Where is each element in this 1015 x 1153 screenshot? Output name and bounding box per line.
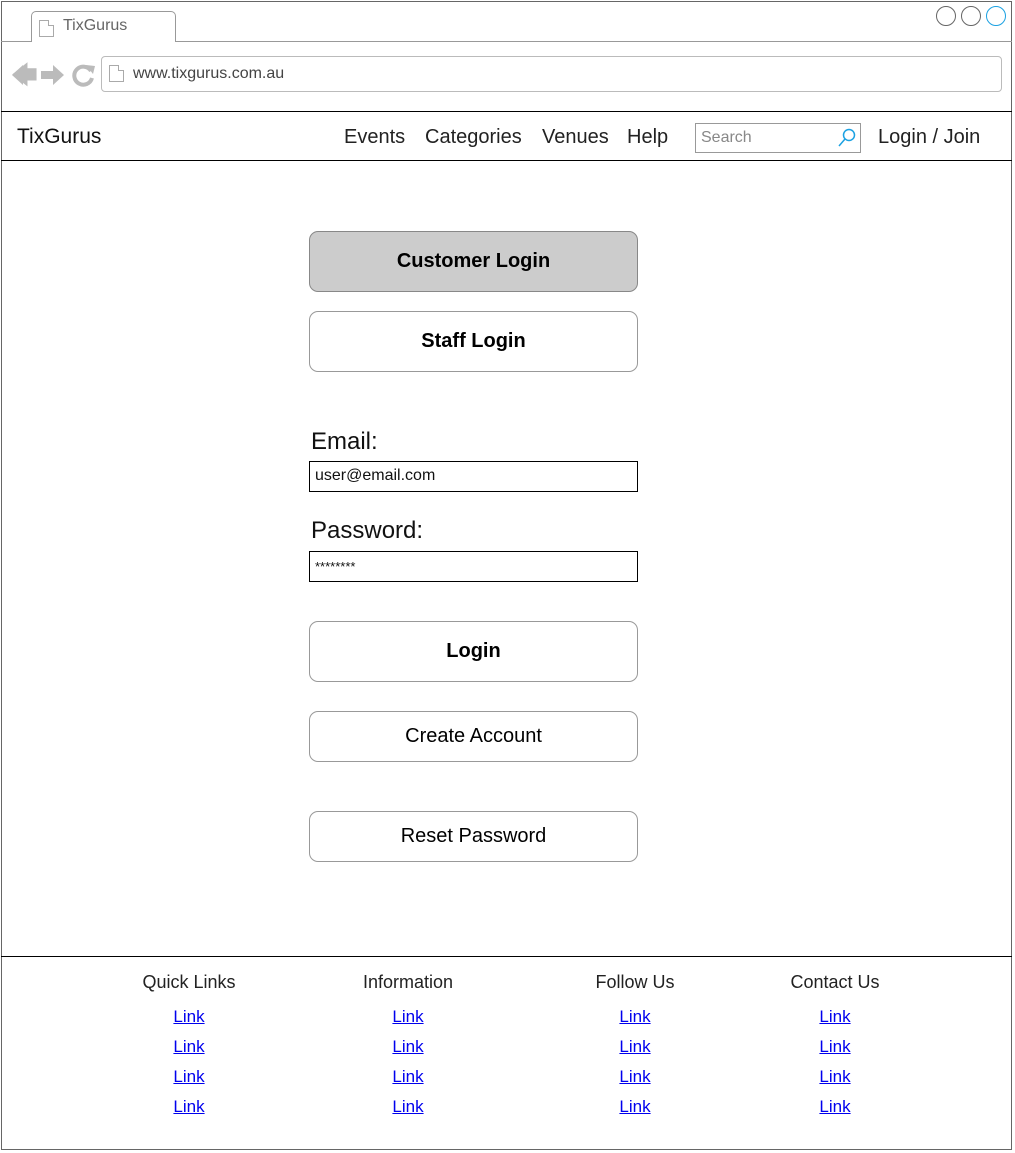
email-field[interactable]: user@email.com bbox=[309, 461, 638, 492]
footer-link[interactable]: Link bbox=[819, 1037, 850, 1057]
page-icon bbox=[109, 65, 124, 82]
footer-link[interactable]: Link bbox=[392, 1067, 423, 1087]
nav-help[interactable]: Help bbox=[627, 126, 668, 149]
page-icon bbox=[39, 20, 54, 37]
footer-link[interactable]: Link bbox=[819, 1007, 850, 1027]
reset-password-button[interactable]: Reset Password bbox=[309, 811, 638, 862]
footer-link[interactable]: Link bbox=[619, 1067, 650, 1087]
footer-link[interactable]: Link bbox=[173, 1097, 204, 1117]
close-button[interactable] bbox=[986, 6, 1006, 26]
site-header: TixGurus Events Categories Venues Help S… bbox=[1, 111, 1012, 161]
footer-link[interactable]: Link bbox=[392, 1007, 423, 1027]
back-icon[interactable] bbox=[12, 64, 36, 86]
footer-divider bbox=[1, 956, 1012, 957]
footer-link[interactable]: Link bbox=[619, 1097, 650, 1117]
password-label: Password: bbox=[311, 517, 424, 544]
search-input[interactable]: Search bbox=[695, 123, 861, 153]
footer-link[interactable]: Link bbox=[619, 1007, 650, 1027]
customer-login-tab[interactable]: Customer Login bbox=[309, 231, 638, 292]
nav-categories[interactable]: Categories bbox=[425, 126, 522, 149]
search-icon[interactable] bbox=[837, 127, 857, 149]
maximize-button[interactable] bbox=[961, 6, 981, 26]
footer-link[interactable]: Link bbox=[619, 1037, 650, 1057]
footer-link[interactable]: Link bbox=[819, 1067, 850, 1087]
footer-link[interactable]: Link bbox=[392, 1037, 423, 1057]
footer-link[interactable]: Link bbox=[173, 1007, 204, 1027]
footer-link[interactable]: Link bbox=[819, 1097, 850, 1117]
reload-icon[interactable] bbox=[72, 63, 96, 87]
url-text: www.tixgurus.com.au bbox=[133, 65, 285, 82]
create-account-button[interactable]: Create Account bbox=[309, 711, 638, 762]
staff-login-tab[interactable]: Staff Login bbox=[309, 311, 638, 372]
nav-events[interactable]: Events bbox=[344, 126, 405, 149]
footer-link[interactable]: Link bbox=[392, 1097, 423, 1117]
tab-title: TixGurus bbox=[63, 17, 128, 34]
footer-link[interactable]: Link bbox=[173, 1037, 204, 1057]
login-button[interactable]: Login bbox=[309, 621, 638, 682]
login-join-link[interactable]: Login / Join bbox=[878, 126, 980, 149]
address-bar[interactable]: www.tixgurus.com.au bbox=[101, 56, 1002, 92]
forward-icon[interactable] bbox=[41, 64, 65, 86]
browser-tab[interactable]: TixGurus bbox=[31, 11, 176, 42]
footer-title-quick-links: Quick Links bbox=[142, 972, 236, 992]
footer-link[interactable]: Link bbox=[173, 1067, 204, 1087]
minimize-button[interactable] bbox=[936, 6, 956, 26]
footer-title-information: Information bbox=[362, 972, 454, 992]
email-label: Email: bbox=[311, 428, 378, 455]
password-field[interactable]: ******** bbox=[309, 551, 638, 582]
footer-title-contact-us: Contact Us bbox=[790, 972, 880, 992]
footer-title-follow-us: Follow Us bbox=[595, 972, 675, 992]
nav-venues[interactable]: Venues bbox=[542, 126, 609, 149]
site-logo[interactable]: TixGurus bbox=[17, 125, 101, 149]
search-placeholder: Search bbox=[701, 129, 752, 146]
